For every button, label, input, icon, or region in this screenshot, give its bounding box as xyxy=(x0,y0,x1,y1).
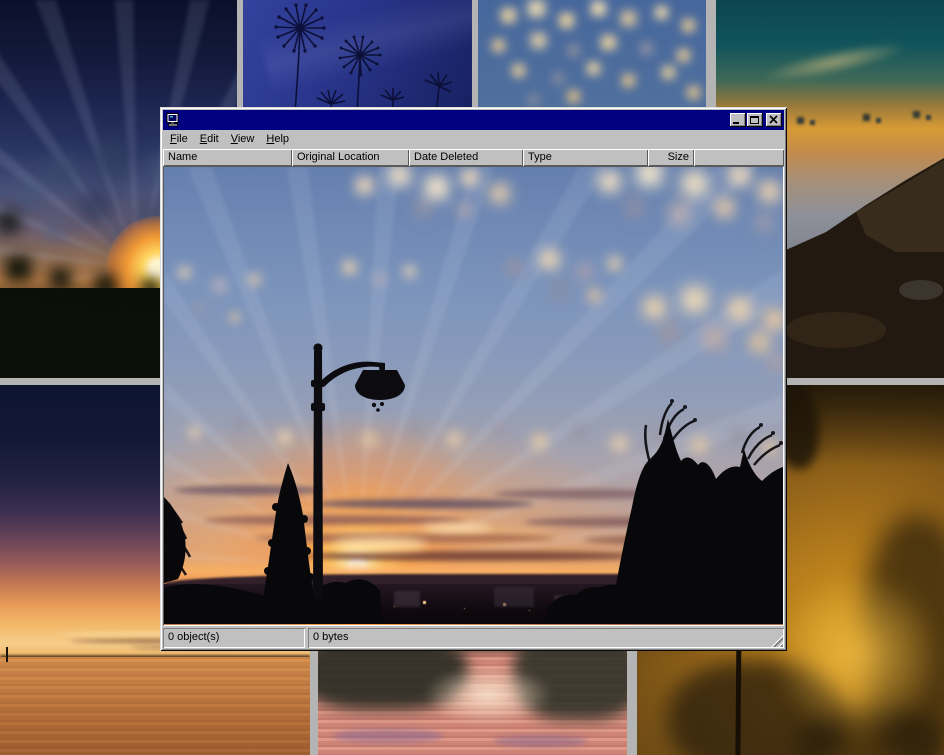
maximize-icon xyxy=(750,116,759,124)
water-ripples xyxy=(0,657,310,755)
desktop: { "window": { "title": "", "icon": "appl… xyxy=(0,0,944,755)
minimize-button[interactable] xyxy=(730,113,746,127)
status-byte-count: 0 bytes xyxy=(308,628,784,648)
lamp-pole xyxy=(313,351,323,599)
file-list-viewport[interactable] xyxy=(163,166,784,626)
column-header-name[interactable]: Name xyxy=(163,149,292,166)
golden-glow xyxy=(772,570,942,740)
foreground-silhouettes xyxy=(164,167,783,623)
sunset-photo-background xyxy=(164,167,783,625)
column-header-size[interactable]: Size xyxy=(648,149,694,166)
column-header-type[interactable]: Type xyxy=(523,149,648,166)
umbel-flower-silhouettes xyxy=(243,0,472,120)
purple-streak xyxy=(333,729,443,743)
cloud-flecks xyxy=(478,0,479,1)
close-icon xyxy=(769,115,778,124)
close-button[interactable] xyxy=(766,113,782,127)
column-header-original-location[interactable]: Original Location xyxy=(292,149,409,166)
titlebar[interactable] xyxy=(163,110,784,130)
low-treeline xyxy=(544,587,612,623)
column-header-date-deleted[interactable]: Date Deleted xyxy=(409,149,523,166)
distant-pole-silhouette xyxy=(6,647,8,662)
menu-item-file[interactable]: File xyxy=(164,131,194,148)
menu-bar: File Edit View Help xyxy=(163,130,784,149)
lamp-finial xyxy=(313,343,322,352)
application-icon xyxy=(165,112,181,128)
street-lamp xyxy=(311,343,405,599)
menu-item-view[interactable]: View xyxy=(225,131,261,148)
lamp-head xyxy=(355,370,405,400)
status-byte-text: 0 bytes xyxy=(313,631,348,643)
status-bar: 0 object(s) 0 bytes xyxy=(163,628,784,648)
maximize-button[interactable] xyxy=(747,113,763,127)
treetop-blobs xyxy=(0,250,1,251)
bright-reflection xyxy=(423,665,553,725)
minimize-icon xyxy=(733,122,739,124)
cloud-blobs xyxy=(0,0,1,1)
column-header-row: Name Original Location Date Deleted Type… xyxy=(163,149,784,166)
column-header-stub xyxy=(694,149,784,166)
recycle-bin-window: File Edit View Help Name Original Locati… xyxy=(160,107,787,651)
menu-item-help[interactable]: Help xyxy=(260,131,295,148)
menu-item-edit[interactable]: Edit xyxy=(194,131,225,148)
purple-streak xyxy=(493,735,588,747)
resize-grip[interactable] xyxy=(770,634,783,647)
status-object-count: 0 object(s) xyxy=(163,628,305,648)
